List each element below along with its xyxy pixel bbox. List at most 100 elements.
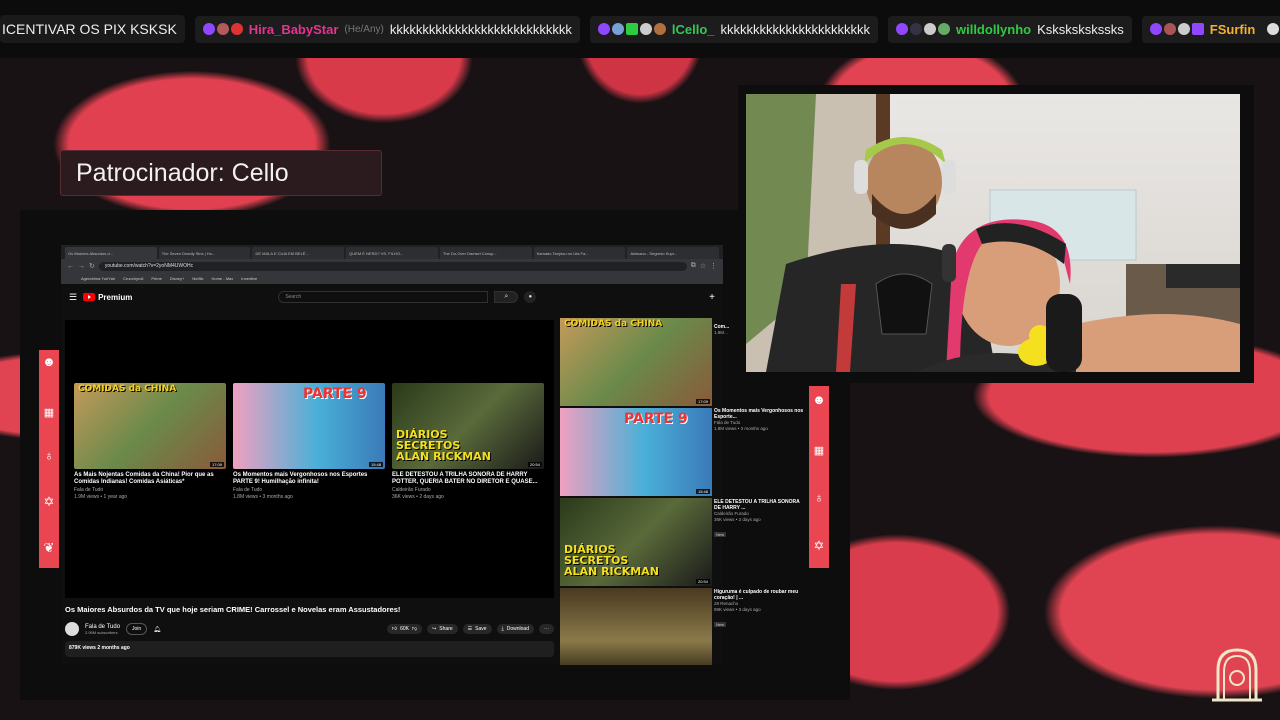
browser-tab[interactable]: DE MALA E CUIA EM BELÉ...	[252, 247, 345, 259]
save-button[interactable]: ☰ Save	[462, 624, 492, 634]
related-meta: 99K views • 3 days ago	[714, 607, 761, 612]
duration-badge: 20:54	[695, 579, 710, 584]
chat-badges	[895, 23, 950, 35]
create-icon[interactable]: +	[709, 292, 715, 303]
cookie-badge-icon	[653, 23, 666, 35]
bookmark-item[interactable]: Netflix	[192, 276, 203, 281]
thumbs-down-icon[interactable]: 👎︎	[412, 626, 417, 632]
hamburger-icon[interactable]: ☰	[69, 292, 77, 303]
browser-window: Os Maiores Absurdos d... The Seven Deadl…	[61, 245, 723, 665]
related-video[interactable]: DIÁRIOS SECRETOS ALAN RICKMAN 20:54	[560, 498, 720, 587]
search-input[interactable]: Search	[278, 291, 489, 303]
bell-icon[interactable]: 🔔︎	[153, 626, 161, 633]
related-meta: 36K views • 2 days ago	[714, 517, 761, 522]
extension-icon[interactable]: ⧉	[691, 262, 696, 270]
bookmark-item[interactable]: Agendrima YuriYah	[81, 276, 115, 281]
share-icon: ↪	[432, 626, 437, 632]
chat-message-text: Kskskskskssks	[1037, 21, 1124, 37]
video-thumbnail[interactable]: DIÁRIOS SECRETOS ALAN RICKMAN 20:54	[560, 498, 712, 586]
download-button[interactable]: ⤓ Download	[496, 624, 534, 634]
youtube-logo-text: Premium	[98, 292, 133, 302]
menu-icon[interactable]: ⋮	[710, 262, 717, 270]
video-thumbnail[interactable]: PARTE 9 15:48	[233, 383, 385, 469]
related-video-info[interactable]: Os Momentos mais Vergonhosos nos Esporte…	[714, 408, 804, 432]
back-icon[interactable]: ←	[67, 263, 74, 270]
bookmark-item[interactable]: Incentive	[241, 276, 257, 281]
thumbnail-text: PARTE 9	[624, 411, 688, 427]
prime-badge-icon	[597, 23, 610, 35]
duration-badge: 17:09	[209, 462, 224, 467]
end-screen-card[interactable]: COMIDAS da CHINA 17:09 As Mais Nojentas …	[74, 383, 226, 500]
video-player[interactable]: COMIDAS da CHINA 17:09 As Mais Nojentas …	[65, 320, 554, 598]
bookmark-item[interactable]: Crunchyroll	[123, 276, 143, 281]
chat-username[interactable]: lCello_	[672, 22, 715, 37]
thumbnail-text: DIÁRIOS SECRETOS ALAN RICKMAN	[564, 543, 659, 578]
video-thumbnail[interactable]: PARTE 9 15:48	[560, 408, 712, 496]
share-button[interactable]: ↪ Share	[427, 624, 458, 634]
new-badge: New	[714, 622, 727, 627]
browser-tab[interactable]: The Seven Deadly Sins | Ho...	[158, 247, 251, 259]
new-badge: New	[714, 532, 727, 537]
channel-name[interactable]: Fala de Tudo	[85, 624, 120, 630]
video-thumbnail[interactable]: COMIDAS da CHINA 17:09	[560, 318, 712, 406]
card-title[interactable]: ELE DETESTOU A TRILHA SONORA DE HARRY PO…	[392, 472, 544, 486]
chat-username[interactable]: FSurfin	[1210, 22, 1256, 37]
end-screen-card[interactable]: PARTE 9 15:48 Os Momentos mais Vergonhos…	[233, 383, 385, 500]
reload-icon[interactable]: ↻	[89, 262, 95, 270]
card-channel[interactable]: Fala de Tudo	[74, 487, 226, 493]
browser-tab[interactable]: QUEM É NERD? VS. FILHO...	[346, 247, 438, 259]
end-screen-card[interactable]: DIÁRIOS SECRETOS ALAN RICKMAN 20:54 ELE …	[392, 383, 544, 500]
more-icon[interactable]: ⋯	[539, 624, 554, 634]
chat-pronoun: (He/Any)	[344, 23, 384, 35]
chat-badges	[1149, 23, 1204, 35]
thumbnail-text: DIÁRIOS SECRETOS ALAN RICKMAN	[396, 428, 491, 463]
video-thumbnail[interactable]: COMIDAS da CHINA 17:09	[74, 383, 226, 469]
bookmark-item[interactable]: Disney+	[170, 276, 185, 281]
related-title[interactable]: Higuruma é culpado de roubar meu coração…	[714, 589, 804, 601]
related-video-info[interactable]: Higuruma é culpado de roubar meu coração…	[714, 589, 804, 631]
action-buttons: 👍︎ 60K 👎︎ ↪ Share ☰ Save ⤓ Download ⋯	[386, 624, 554, 634]
browser-tab[interactable]: Os Maiores Absurdos d...	[65, 247, 157, 259]
card-meta: 36K views • 2 days ago	[392, 494, 444, 500]
video-thumbnail[interactable]	[560, 588, 712, 665]
card-channel[interactable]: Fala de Tudo	[233, 487, 385, 493]
leaf-badge-icon	[937, 23, 950, 35]
related-video[interactable]: COMIDAS da CHINA 17:09	[560, 318, 720, 407]
browser-tab[interactable]: Akimaou - Segredo Supr...	[627, 247, 720, 259]
thumbnail-text: COMIDAS da CHINA	[78, 384, 177, 394]
url-field[interactable]: youtube.com/watch?v=2yoNM4UWOHc	[98, 261, 687, 271]
related-video-info[interactable]: ELE DETESTOU A TRILHA SONORA DE HARRY ..…	[714, 499, 804, 541]
join-button[interactable]: Join	[126, 623, 148, 635]
card-title[interactable]: As Mais Nojentas Comidas da China! Pior …	[74, 472, 226, 486]
youtube-logo[interactable]: Premium	[83, 293, 132, 302]
save-icon: ☰	[467, 626, 473, 632]
check-badge-icon	[625, 23, 638, 35]
card-meta: 1.9M views • 1 year ago	[74, 494, 128, 500]
related-meta: 1.8M views • 3 months ago	[714, 426, 768, 431]
bookmark-item[interactable]: Home - Max	[211, 276, 233, 281]
mic-icon[interactable]: ●	[524, 291, 537, 303]
browser-tab[interactable]: Kamado Tanjirou no Uta Fa...	[533, 247, 626, 259]
chat-message: willdollynho Kskskskskssks	[887, 15, 1132, 43]
like-button[interactable]: 👍︎ 60K 👎︎	[386, 624, 423, 634]
browser-tab[interactable]: The Do-Over Damsel Consp...	[439, 247, 532, 259]
prime-badge-icon	[895, 23, 908, 35]
star-icon[interactable]: ☆	[700, 262, 706, 270]
card-channel[interactable]: Caldeirão Furado	[392, 487, 544, 493]
sparkle-badge-icon	[230, 23, 243, 35]
related-video[interactable]: PARTE 9 15:48	[560, 408, 720, 497]
avatar[interactable]	[65, 622, 79, 636]
card-title[interactable]: Os Momentos mais Vergonhosos nos Esporte…	[233, 472, 385, 486]
card-meta: 1.8M views • 3 months ago	[233, 494, 293, 500]
bookmark-item[interactable]: Prime	[151, 276, 161, 281]
related-title[interactable]: Os Momentos mais Vergonhosos nos Esporte…	[714, 408, 804, 420]
video-thumbnail[interactable]: DIÁRIOS SECRETOS ALAN RICKMAN 20:54	[392, 383, 544, 469]
forward-icon[interactable]: →	[78, 263, 85, 270]
chat-username[interactable]: Hira_BabyStar	[249, 22, 339, 37]
chat-message: Hira_BabyStar (He/Any) kkkkkkkkkkkkkkkkk…	[194, 15, 580, 43]
description-box[interactable]: 879K views 2 months ago	[65, 641, 554, 657]
related-video[interactable]	[560, 588, 720, 665]
search-icon[interactable]: ⌕	[494, 291, 519, 303]
related-title[interactable]: ELE DETESTOU A TRILHA SONORA DE HARRY ..…	[714, 499, 804, 511]
chat-username[interactable]: willdollynho	[956, 22, 1031, 37]
